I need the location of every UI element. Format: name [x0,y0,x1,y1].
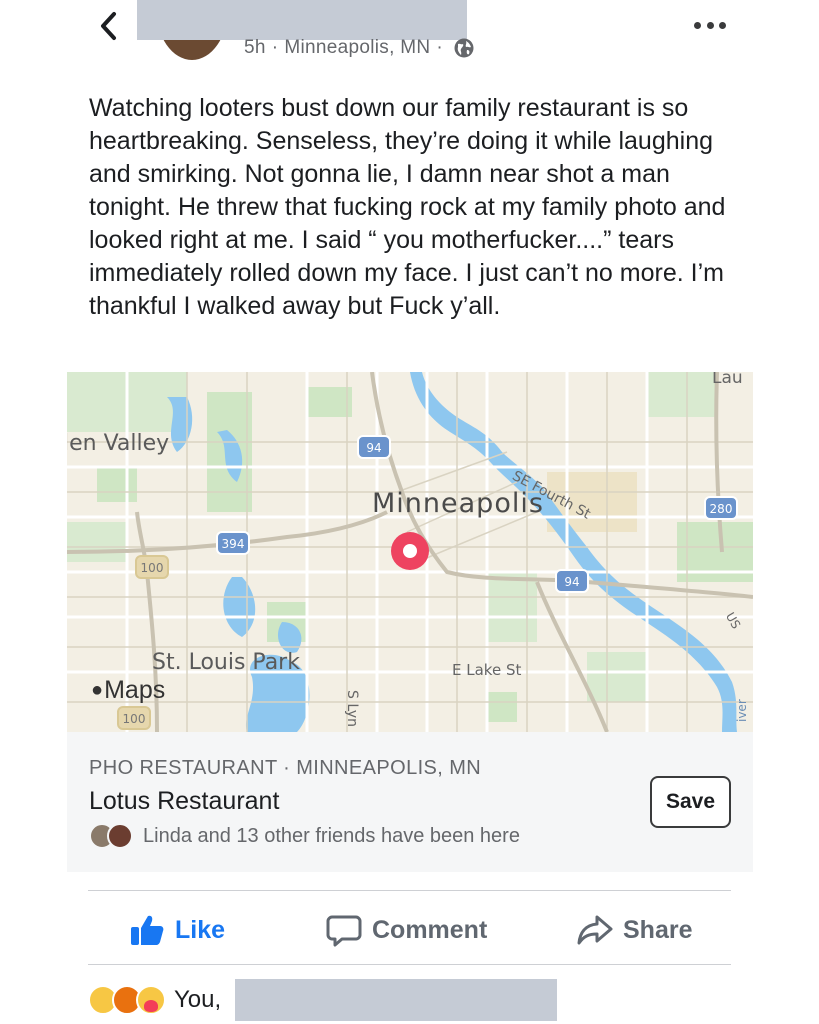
highway-shield-100-top: 100 [135,555,169,579]
meta-separator: · [271,37,279,58]
map-label-lau: Lau [712,372,743,388]
maps-provider-label: Maps [104,676,166,704]
highway-shield-280: 280 [704,496,738,520]
save-button[interactable]: Save [650,776,731,828]
map-label-glen-valley: len Valley [67,431,170,456]
post-location[interactable]: Minneapolis, MN [284,37,430,59]
share-button[interactable]: Share [577,909,692,951]
more-dot [694,21,701,29]
map-label-river: iver [735,699,749,722]
divider [88,964,731,965]
comment-label: Comment [372,915,488,944]
redacted-author-name [137,0,467,40]
care-emoji-icon [136,985,166,1015]
friends-visited: Linda and 13 other friends have been her… [89,823,520,849]
map-label-city: Minneapolis [372,488,544,519]
post-text: Watching looters bust down our family re… [89,94,726,320]
place-card[interactable]: PHO RESTAURANT · MINNEAPOLIS, MN Lotus R… [67,732,753,872]
redacted-reactor-names [235,979,557,1021]
place-category: PHO RESTAURANT · MINNEAPOLIS, MN [89,757,482,779]
friends-visited-text: Linda and 13 other friends have been her… [143,824,520,847]
highway-shield-394: 394 [216,531,250,555]
more-dot [706,21,714,29]
back-button[interactable] [92,8,128,44]
like-button[interactable]: Like [129,909,225,951]
maps-attribution: ● Maps [91,676,165,705]
comment-icon [326,915,362,947]
map-preview[interactable]: len Valley Minneapolis SE Fourth St Lau … [67,372,753,732]
globe-icon [454,38,474,58]
map-label-e-lake-st: E Lake St [452,661,522,679]
thumbs-up-icon [131,915,164,945]
more-options-button[interactable] [690,14,730,36]
more-dot [719,21,726,29]
place-name[interactable]: Lotus Restaurant [89,787,279,816]
meta-separator: · [436,37,444,58]
chevron-left-icon [101,12,116,40]
map-label-st-louis-park: St. Louis Park [152,650,300,675]
friend-avatar [107,823,133,849]
post-time[interactable]: 5h [244,37,266,59]
location-pin-icon[interactable] [391,532,429,570]
share-icon [577,915,613,945]
reactions-text: You, [174,986,222,1013]
like-label: Like [175,915,226,944]
highway-shield-100-bottom: 100 [117,706,151,730]
reactions-summary[interactable]: You, [88,985,221,1015]
highway-shield-94-west: 94 [357,435,391,459]
post-meta: 5h · Minneapolis, MN · [244,37,475,59]
apple-logo-icon: ● [91,679,104,701]
map-label-s-lyn: S Lyn [344,690,360,728]
comment-button[interactable]: Comment [326,909,487,951]
divider [88,890,731,891]
highway-shield-94-east: 94 [555,569,589,593]
share-label: Share [623,915,693,944]
